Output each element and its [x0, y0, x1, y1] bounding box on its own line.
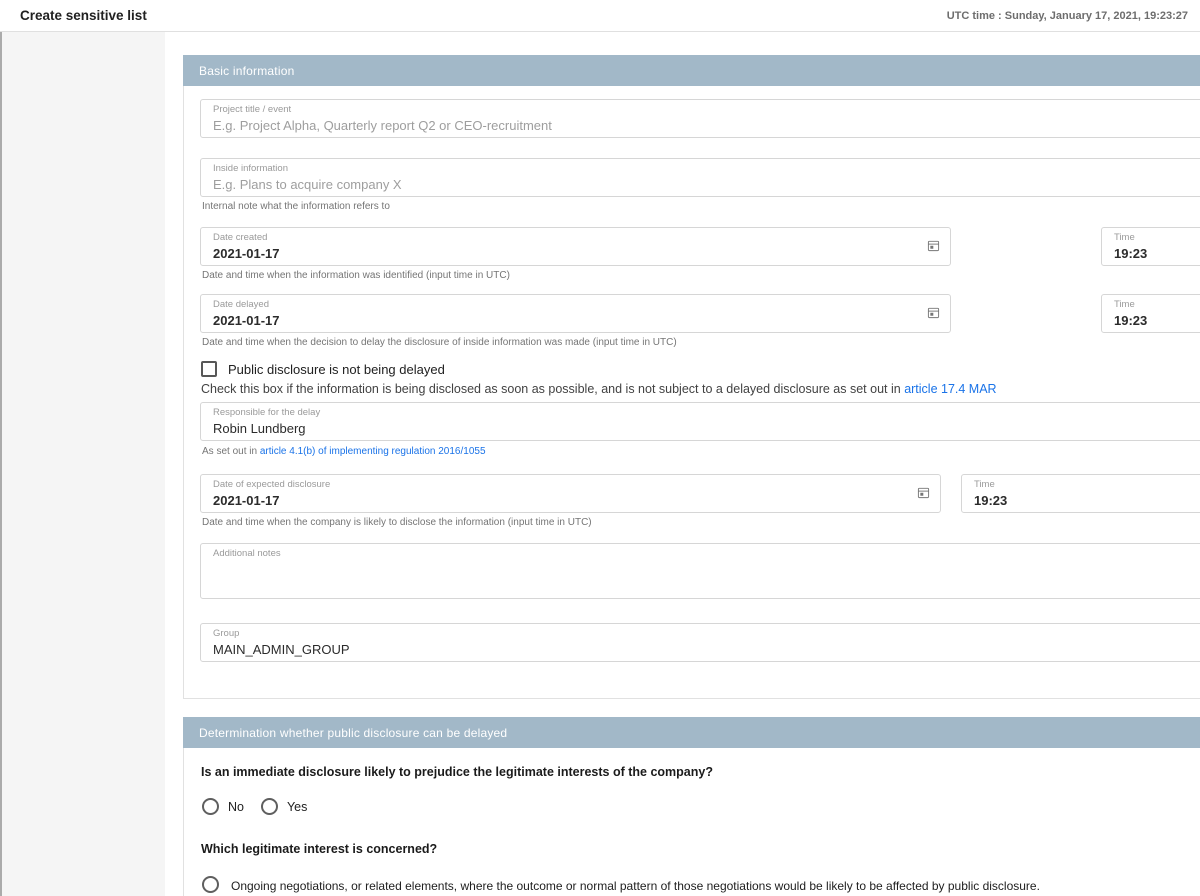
responsible-value: Robin Lundberg — [213, 421, 306, 436]
calendar-icon[interactable] — [927, 306, 940, 319]
date-created-label: Date created — [213, 232, 268, 243]
time-delayed-value: 19:23 — [1114, 313, 1148, 328]
additional-notes-field[interactable]: Additional notes — [200, 543, 1200, 599]
responsible-helper-text: As set out in — [202, 446, 260, 457]
article-17-4-mar-link[interactable]: article 17.4 MAR — [904, 382, 996, 396]
responsible-helper: As set out in article 4.1(b) of implemen… — [202, 445, 1200, 458]
date-expected-field[interactable]: Date of expected disclosure 2021-01-17 — [200, 474, 941, 513]
group-field[interactable]: Group MAIN_ADMIN_GROUP — [200, 623, 1200, 662]
group-label: Group — [213, 628, 240, 639]
option-negotiations-label: Ongoing negotiations, or related element… — [231, 879, 1040, 893]
project-title-placeholder: E.g. Project Alpha, Quarterly report Q2 … — [213, 118, 552, 133]
date-created-value: 2021-01-17 — [213, 246, 280, 261]
radio-yes[interactable] — [260, 798, 278, 815]
date-expected-value: 2021-01-17 — [213, 493, 280, 508]
interest-option-negotiations: Ongoing negotiations, or related element… — [202, 876, 1200, 895]
page-title: Create sensitive list — [20, 8, 147, 23]
question-immediate-disclosure: Is an immediate disclosure likely to pre… — [201, 765, 713, 779]
date-delayed-field[interactable]: Date delayed 2021-01-17 — [200, 294, 951, 333]
date-expected-helper: Date and time when the company is likely… — [202, 517, 592, 528]
question-legitimate-interest: Which legitimate interest is concerned? — [201, 842, 438, 856]
not-delayed-helper: Check this box if the information is bei… — [201, 381, 1200, 397]
date-created-field[interactable]: Date created 2021-01-17 — [200, 227, 951, 266]
date-delayed-value: 2021-01-17 — [213, 313, 280, 328]
inside-information-label: Inside information — [213, 163, 288, 174]
not-delayed-helper-text: Check this box if the information is bei… — [201, 382, 905, 396]
radio-negotiations[interactable] — [202, 876, 219, 893]
inside-information-field[interactable]: Inside information E.g. Plans to acquire… — [200, 158, 1200, 197]
project-title-field[interactable]: Project title / event E.g. Project Alpha… — [200, 99, 1200, 138]
responsible-field[interactable]: Responsible for the delay Robin Lundberg — [200, 402, 1200, 441]
date-expected-label: Date of expected disclosure — [213, 479, 331, 490]
time-expected-label: Time — [974, 479, 995, 490]
time-expected-value: 19:23 — [974, 493, 1008, 508]
responsible-label: Responsible for the delay — [213, 407, 321, 418]
not-delayed-checkbox[interactable] — [201, 361, 217, 377]
date-delayed-helper: Date and time when the decision to delay… — [202, 337, 677, 348]
time-delayed-field[interactable]: Time 19:23 — [1101, 294, 1200, 333]
determination-panel: Determination whether public disclosure … — [183, 717, 1200, 896]
additional-notes-label: Additional notes — [213, 548, 281, 559]
time-expected-field[interactable]: Time 19:23 — [961, 474, 1200, 513]
left-sidebar — [2, 32, 165, 896]
regulation-link[interactable]: article 4.1(b) of implementing regulatio… — [260, 446, 486, 457]
top-bar: Create sensitive list UTC time : Sunday,… — [0, 0, 1200, 32]
date-delayed-label: Date delayed — [213, 299, 269, 310]
radio-no-label: No — [228, 799, 244, 814]
group-value: MAIN_ADMIN_GROUP — [213, 642, 350, 657]
calendar-icon[interactable] — [927, 239, 940, 252]
time-created-field[interactable]: Time 19:23 — [1101, 227, 1200, 266]
determination-header: Determination whether public disclosure … — [183, 717, 1200, 748]
radio-yes-label: Yes — [286, 799, 308, 814]
utc-clock: UTC time : Sunday, January 17, 2021, 19:… — [946, 9, 1188, 22]
project-title-label: Project title / event — [213, 104, 292, 115]
not-delayed-checkbox-label: Public disclosure is not being delayed — [228, 361, 445, 377]
time-created-value: 19:23 — [1114, 246, 1148, 261]
main-content: Basic information Project title / event … — [165, 32, 1200, 896]
time-created-label: Time — [1114, 232, 1135, 243]
inside-information-helper: Internal note what the information refer… — [202, 201, 390, 212]
inside-information-placeholder: E.g. Plans to acquire company X — [213, 177, 402, 192]
radio-no[interactable] — [202, 798, 219, 815]
time-delayed-label: Time — [1114, 299, 1135, 310]
calendar-icon[interactable] — [917, 486, 930, 499]
date-created-helper: Date and time when the information was i… — [202, 270, 510, 281]
basic-information-header: Basic information — [183, 55, 1200, 86]
basic-information-panel: Basic information Project title / event … — [183, 55, 1200, 699]
